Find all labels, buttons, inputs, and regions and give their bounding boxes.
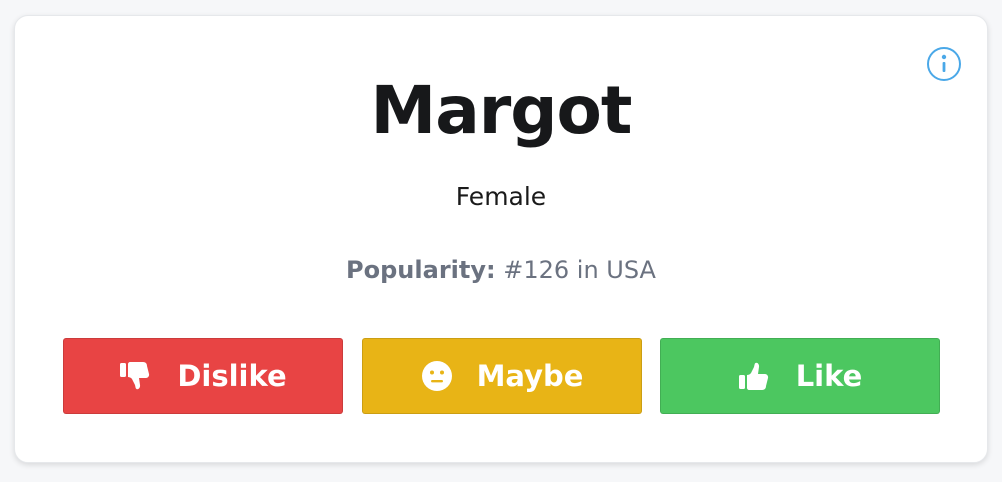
dislike-label: Dislike	[177, 359, 287, 393]
thumbs-down-icon	[119, 361, 153, 391]
like-button[interactable]: Like	[660, 338, 940, 414]
gender-label: Female	[455, 182, 547, 211]
popularity-label: Popularity:	[346, 256, 496, 284]
thumbs-up-icon	[738, 361, 772, 391]
dislike-button[interactable]: Dislike	[63, 338, 343, 414]
info-icon	[941, 54, 947, 72]
name-title: Margot	[370, 72, 633, 149]
like-label: Like	[795, 359, 863, 393]
popularity-value: #126 in USA	[503, 256, 656, 284]
info-button[interactable]	[927, 47, 961, 81]
neutral-face-icon	[421, 360, 453, 392]
vote-buttons: Dislike Maybe Like	[63, 338, 941, 414]
maybe-label: Maybe	[476, 359, 584, 393]
name-card: Margot Female Popularity: #126 in USA Di…	[14, 15, 988, 463]
maybe-button[interactable]: Maybe	[362, 338, 642, 414]
popularity-text: Popularity: #126 in USA	[15, 256, 987, 284]
